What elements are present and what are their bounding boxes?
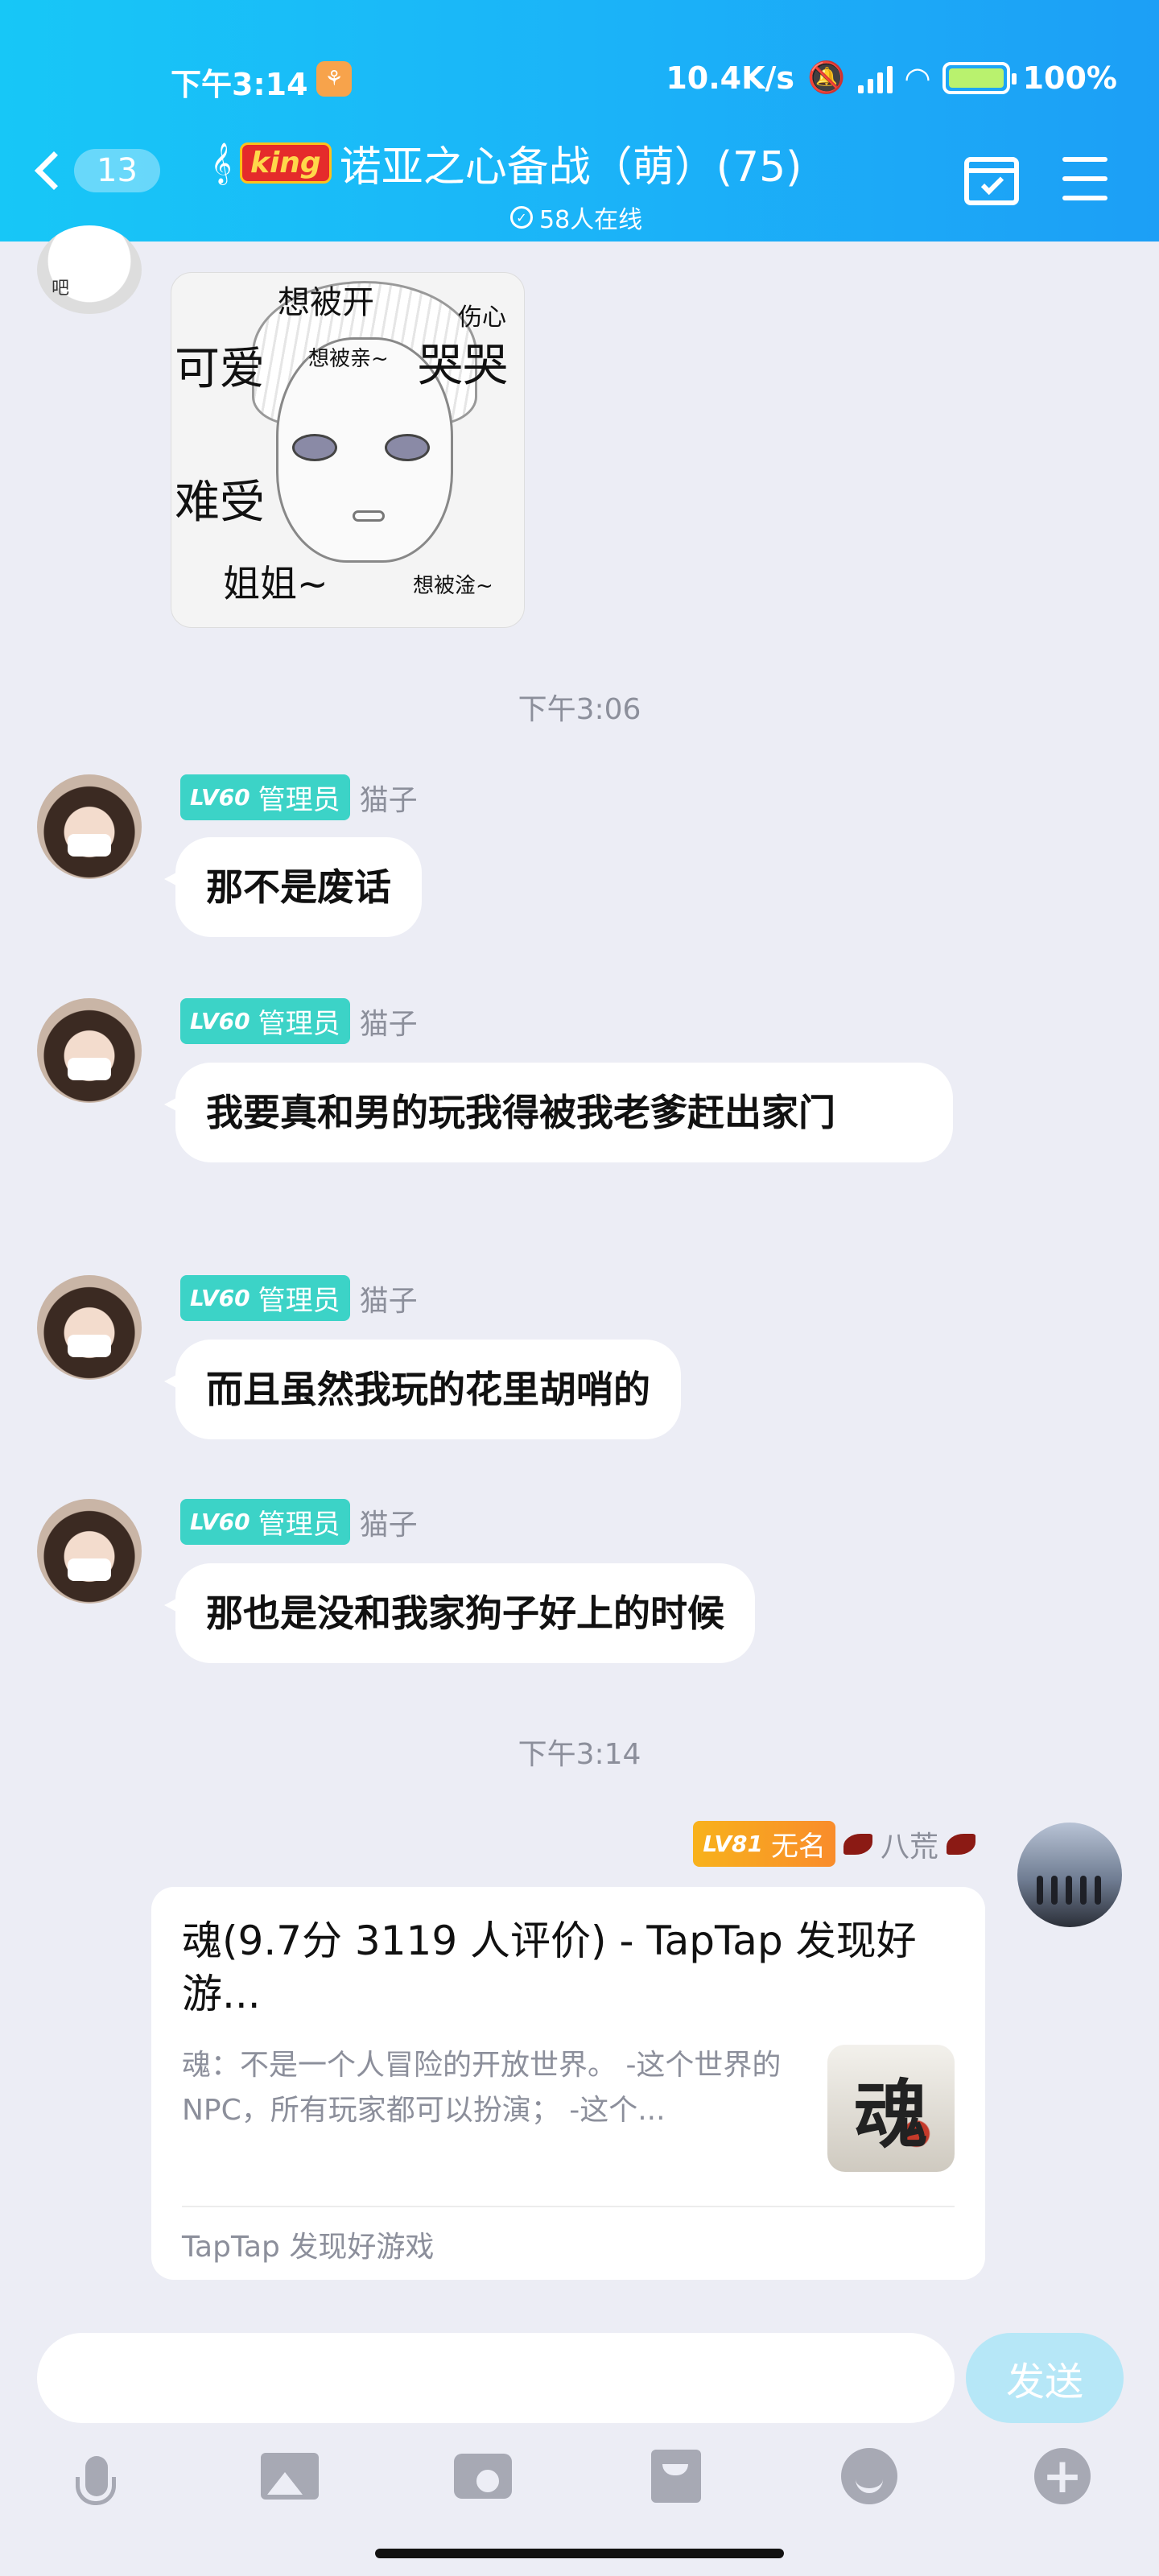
- send-button[interactable]: 发送: [966, 2333, 1124, 2423]
- menu-icon[interactable]: [1062, 157, 1107, 215]
- level-badge: LV60 管理员: [180, 998, 350, 1044]
- mic-icon[interactable]: [68, 2447, 126, 2505]
- net-speed: 10.4K/s: [666, 60, 795, 96]
- timestamp: 下午3:14: [518, 1738, 641, 1771]
- online-count: 58人在线: [539, 206, 643, 234]
- level-badge: LV60 管理员: [180, 1275, 350, 1321]
- signal-icon: [858, 63, 893, 93]
- sender-name: 八荒: [880, 1830, 938, 1864]
- sticker-text: 可爱: [175, 343, 265, 395]
- battery-icon: [942, 61, 1017, 94]
- timestamp: 下午3:06: [518, 693, 641, 726]
- image-icon[interactable]: [261, 2447, 319, 2505]
- sticker-text: 想被淦~: [413, 574, 493, 598]
- card-description: 魂：不是一个人冒险的开放世界。 -这个世界的NPC，所有玩家都可以扮演； -这个…: [182, 2049, 782, 2127]
- link-card[interactable]: 魂(9.7分 3119 人评价) - TapTap 发现好游... 魂：不是一个…: [151, 1887, 985, 2280]
- king-badge: king: [240, 142, 332, 184]
- camera-icon[interactable]: [454, 2447, 512, 2505]
- avatar[interactable]: [37, 998, 142, 1103]
- online-status: ✓ 58人在线: [510, 200, 823, 235]
- emoji-icon[interactable]: [840, 2447, 898, 2505]
- sender-name: 猫子: [359, 1284, 418, 1318]
- sender-name: 猫子: [359, 783, 418, 817]
- home-indicator[interactable]: [375, 2549, 784, 2558]
- avatar[interactable]: [37, 1275, 142, 1380]
- level-badge: LV60 管理员: [180, 774, 350, 820]
- avatar[interactable]: [37, 774, 142, 879]
- card-source: TapTap 发现好游戏: [182, 2231, 435, 2264]
- message-bubble[interactable]: 我要真和男的玩我得被我老爹赶出家门: [164, 1063, 953, 1162]
- sticker-text: 难受: [175, 477, 265, 529]
- message-input[interactable]: [37, 2333, 955, 2423]
- sender-name: 猫子: [359, 1007, 418, 1041]
- ear-icon: 𝄞: [211, 142, 233, 184]
- avatar[interactable]: 吧: [37, 225, 142, 314]
- my-sender-info: LV81 无名 八荒: [693, 1821, 975, 1867]
- sender-info: LV60 管理员 猫子: [180, 1275, 418, 1321]
- sender-name: 猫子: [359, 1508, 418, 1542]
- unread-badge: 13: [74, 149, 160, 192]
- wifi-icon: ◠: [905, 60, 930, 96]
- sticker-text: 哭哭: [418, 340, 508, 392]
- calendar-check-icon[interactable]: [964, 157, 1019, 205]
- chevron-left-icon: [34, 151, 74, 191]
- sticker-image[interactable]: 想被开 伤心 可爱 想被亲~ 哭哭 难受 姐姐~ 想被淦~: [171, 272, 525, 628]
- level-badge: LV81 无名: [693, 1821, 835, 1867]
- group-title: 诺亚之心备战（萌）(75): [339, 143, 802, 192]
- nav-bar: 13 𝄞 king 诺亚之心备战（萌）(75) ✓ 58人在线: [0, 133, 1159, 234]
- card-title: 魂(9.7分 3119 人评价) - TapTap 发现好游...: [182, 1918, 917, 2017]
- level-badge: LV60 管理员: [180, 1499, 350, 1545]
- avatar-text: 吧: [52, 279, 70, 299]
- check-circle-icon: ✓: [510, 206, 533, 229]
- input-toolbar: +: [0, 2447, 1159, 2520]
- back-button[interactable]: 13: [34, 149, 160, 192]
- battery-percent: 100%: [1022, 60, 1117, 96]
- sticker-text: 伤心: [458, 303, 506, 332]
- sender-info: LV60 管理员 猫子: [180, 998, 418, 1044]
- message-bubble[interactable]: 那也是没和我家狗子好上的时候: [164, 1563, 755, 1663]
- leaf-icon: [843, 1833, 872, 1855]
- avatar[interactable]: [37, 1499, 142, 1604]
- sticker-text: 想被开: [278, 284, 374, 321]
- status-bar: 下午3:14 ⚘ 10.4K/s 🔕 ◠ 100%: [0, 56, 1159, 102]
- my-avatar[interactable]: [1017, 1823, 1122, 1927]
- divider: [182, 2206, 955, 2207]
- card-thumbnail: 魂: [827, 2045, 955, 2172]
- leaf-icon: [947, 1833, 975, 1855]
- sticker-text: 姐姐~: [223, 562, 328, 605]
- chat-title-area[interactable]: 𝄞 king 诺亚之心备战（萌）(75) ✓ 58人在线: [211, 133, 823, 235]
- sender-info: LV60 管理员 猫子: [180, 1499, 418, 1545]
- plus-icon[interactable]: +: [1033, 2447, 1091, 2505]
- app-notification-icon: ⚘: [316, 61, 352, 97]
- mute-bell-icon: 🔕: [807, 60, 846, 95]
- sender-info: LV60 管理员 猫子: [180, 774, 418, 820]
- red-packet-icon[interactable]: [647, 2447, 705, 2505]
- message-bubble[interactable]: 那不是废话: [164, 837, 422, 937]
- sticker-text: 想被亲~: [308, 347, 389, 371]
- message-bubble[interactable]: 而且虽然我玩的花里胡哨的: [164, 1340, 681, 1439]
- header: 下午3:14 ⚘ 10.4K/s 🔕 ◠ 100% 13 𝄞 king 诺亚之心…: [0, 0, 1159, 242]
- status-time: 下午3:14: [171, 67, 308, 102]
